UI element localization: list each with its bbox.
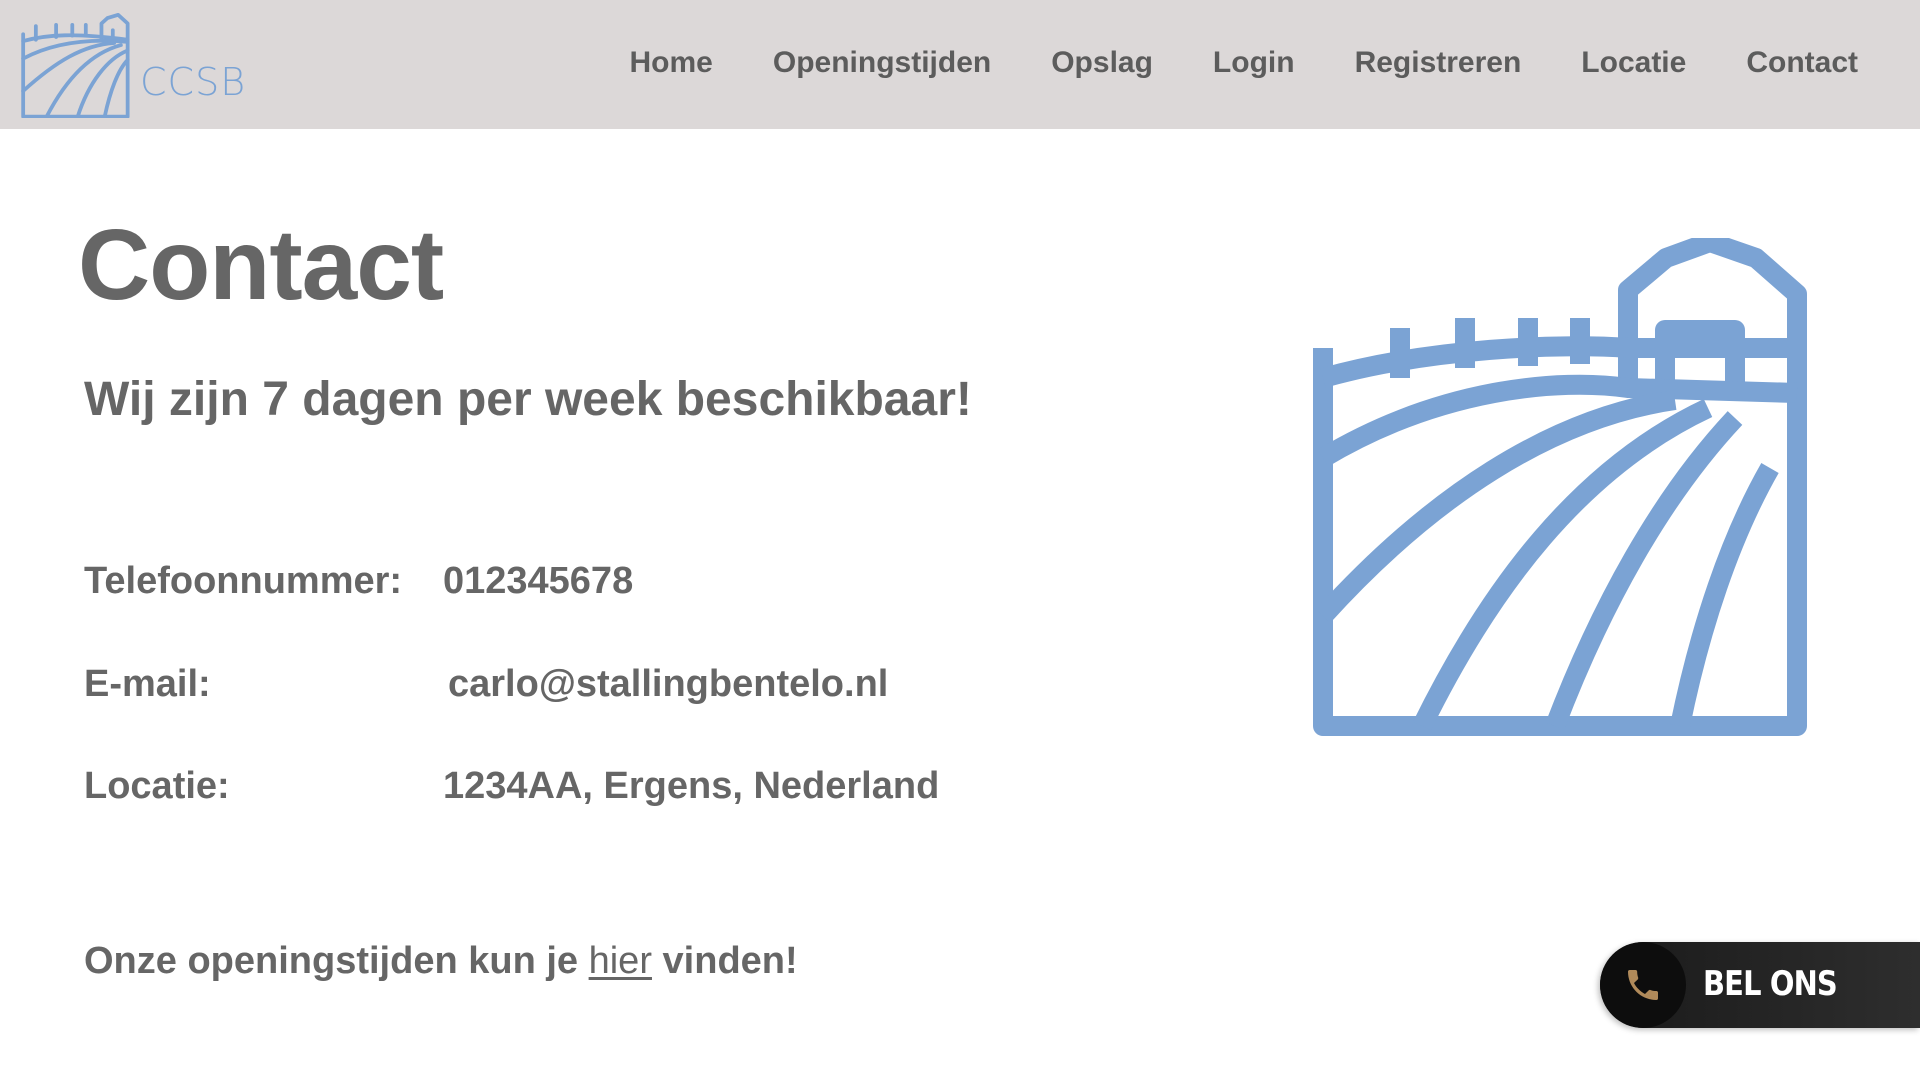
call-icon-circle bbox=[1600, 942, 1686, 1028]
phone-label: Telefoonnummer: bbox=[84, 560, 403, 602]
farm-logo-icon bbox=[21, 12, 130, 118]
farm-field-icon bbox=[1313, 238, 1807, 736]
phone-value: 012345678 bbox=[443, 560, 634, 602]
nav-openingstijden[interactable]: Openingstijden bbox=[773, 46, 991, 80]
email-value: carlo@stallingbentelo.nl bbox=[448, 663, 889, 705]
location-label: Locatie: bbox=[84, 765, 230, 807]
call-us-button[interactable]: BEL ONS bbox=[1600, 942, 1920, 1028]
nav-home[interactable]: Home bbox=[630, 46, 713, 80]
nav-locatie[interactable]: Locatie bbox=[1581, 46, 1686, 80]
main-nav: Home Openingstijden Opslag Login Registr… bbox=[570, 46, 1858, 80]
nav-registreren[interactable]: Registreren bbox=[1355, 46, 1522, 80]
navbar: CCSB Home Openingstijden Opslag Login Re… bbox=[0, 0, 1920, 129]
brand-name: CCSB bbox=[140, 60, 247, 104]
phone-icon bbox=[1628, 970, 1658, 1000]
opening-hours-note: Onze openingstijden kun je hier vinden! bbox=[84, 940, 798, 983]
nav-contact[interactable]: Contact bbox=[1746, 46, 1858, 80]
nav-login[interactable]: Login bbox=[1213, 46, 1295, 80]
opening-hours-text-after: vinden! bbox=[651, 940, 798, 982]
location-value: 1234AA, Ergens, Nederland bbox=[443, 765, 940, 807]
opening-hours-text-before: Onze openingstijden kun je bbox=[84, 940, 589, 982]
email-label: E-mail: bbox=[84, 663, 211, 705]
availability-subtitle: Wij zijn 7 dagen per week beschikbaar! bbox=[84, 373, 972, 426]
nav-opslag[interactable]: Opslag bbox=[1051, 46, 1153, 80]
call-us-label: BEL ONS bbox=[1703, 964, 1838, 1004]
logo[interactable]: CCSB bbox=[20, 10, 246, 118]
page-title: Contact bbox=[78, 209, 444, 321]
opening-hours-link[interactable]: hier bbox=[589, 940, 652, 982]
